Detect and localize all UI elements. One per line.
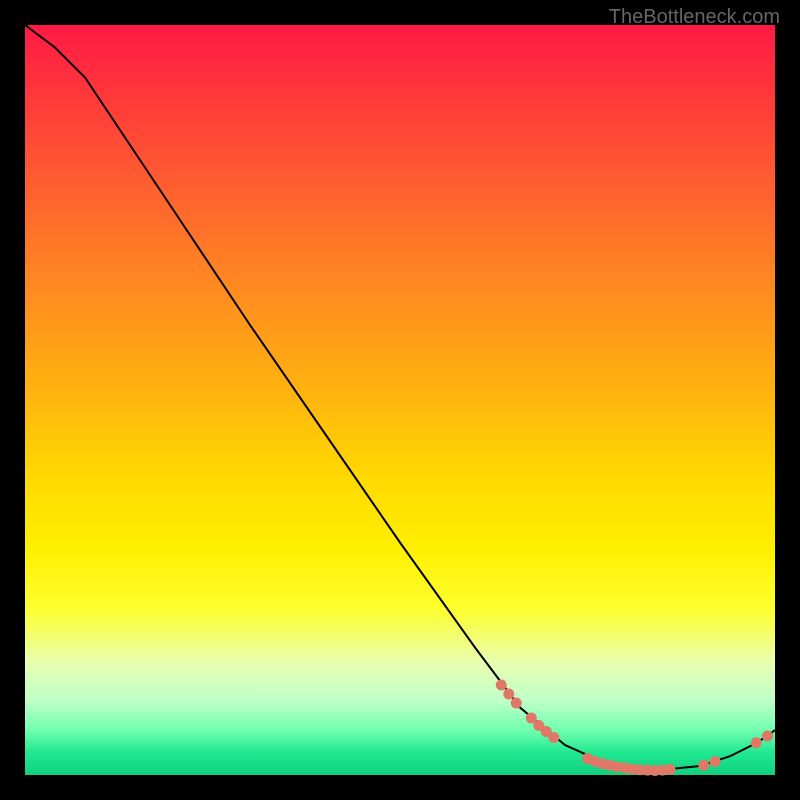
data-marker bbox=[710, 756, 721, 767]
curve-line bbox=[25, 25, 775, 771]
data-marker bbox=[762, 731, 773, 742]
data-marker bbox=[665, 764, 676, 775]
chart-plot-area bbox=[25, 25, 775, 775]
data-marker bbox=[548, 732, 559, 743]
chart-svg bbox=[25, 25, 775, 775]
data-markers bbox=[496, 680, 773, 777]
watermark-text: TheBottleneck.com bbox=[609, 6, 780, 29]
data-marker bbox=[496, 680, 507, 691]
data-marker bbox=[511, 698, 522, 709]
data-marker bbox=[503, 689, 514, 700]
data-marker bbox=[698, 760, 709, 771]
data-marker bbox=[751, 737, 762, 748]
